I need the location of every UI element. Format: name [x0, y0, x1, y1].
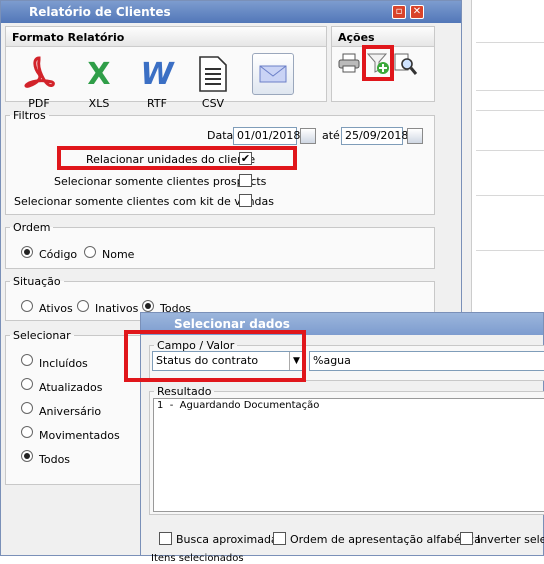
prospects-checkbox[interactable] — [239, 173, 252, 187]
busca-label: Busca aproximada — [176, 533, 278, 546]
kit-checkbox[interactable] — [239, 193, 252, 207]
ordem-legend: Ordem — [13, 221, 51, 234]
sel-atualizados-radio[interactable] — [21, 377, 33, 390]
highlight-relacionar — [57, 146, 297, 170]
valor-input[interactable]: %agua — [309, 351, 544, 371]
bottom-partial-text: Itens selecionados — [151, 553, 244, 564]
resultado-legend: Resultado — [157, 385, 212, 398]
kit-label: Selecionar somente clientes com kit de v… — [14, 195, 275, 208]
format-xls-button[interactable]: X XLS — [72, 53, 126, 111]
ordem-nome-label: Nome — [102, 248, 135, 261]
situacao-inativos-radio[interactable] — [77, 299, 89, 312]
background-window — [462, 0, 544, 330]
sel-movimentados-label: Movimentados — [39, 429, 120, 442]
ordem-alfabetica-label: Ordem de apresentação alfabética — [290, 533, 481, 546]
csv-document-icon — [192, 53, 234, 95]
window-title: Relatório de Clientes — [29, 5, 171, 19]
highlight-campo-valor — [124, 330, 306, 382]
format-email-button[interactable] — [246, 53, 300, 97]
resultado-list[interactable]: 1 - Aguardando Documentação — [153, 398, 544, 512]
close-button[interactable]: ✕ — [410, 5, 424, 19]
situacao-inativos-label: Inativos — [95, 302, 139, 315]
background-line — [476, 42, 544, 43]
background-line — [476, 250, 544, 251]
inverter-checkbox[interactable] — [460, 531, 473, 545]
ordem-codigo-label: Código — [39, 248, 78, 261]
situacao-todos-radio[interactable] — [142, 299, 154, 312]
format-csv-button[interactable]: CSV — [186, 53, 240, 110]
calendar-from-icon[interactable] — [300, 128, 316, 144]
background-line — [476, 195, 544, 196]
sel-todos-label: Todos — [39, 453, 71, 466]
background-scrollbar — [462, 0, 472, 330]
calendar-to-icon[interactable] — [407, 128, 423, 144]
filtros-legend: Filtros — [13, 109, 46, 122]
ordem-nome-radio[interactable] — [84, 245, 96, 258]
format-pdf-button[interactable]: PDF — [12, 53, 66, 110]
prospects-label: Selecionar somente clientes prospects — [54, 175, 267, 188]
date-to-input[interactable]: 25/09/2018 — [341, 127, 408, 145]
ordem-alfabetica-checkbox[interactable] — [273, 531, 286, 545]
sel-atualizados-label: Atualizados — [39, 381, 103, 394]
date-from-input[interactable]: 01/01/2018 — [233, 127, 300, 145]
ordem-codigo-radio[interactable] — [21, 245, 33, 258]
busca-checkbox[interactable] — [159, 531, 172, 545]
sel-movimentados-radio[interactable] — [21, 425, 33, 438]
acoes-header: Ações — [332, 27, 434, 47]
sel-aniversario-radio[interactable] — [21, 401, 33, 414]
maximize-button[interactable]: ▫ — [392, 5, 406, 19]
highlight-filter-add — [362, 45, 394, 81]
background-line — [476, 110, 544, 111]
sel-incluidos-label: Incluídos — [39, 357, 88, 370]
sel-aniversario-label: Aniversário — [39, 405, 102, 418]
situacao-ativos-label: Ativos — [39, 302, 73, 315]
search-preview-icon[interactable] — [394, 52, 418, 76]
email-envelope-icon — [252, 53, 294, 95]
selecionar-legend: Selecionar — [13, 329, 71, 342]
inverter-label: Inverter seleção — [477, 533, 544, 546]
pdf-icon — [18, 53, 60, 95]
list-item[interactable]: 1 - Aguardando Documentação — [154, 399, 544, 412]
printer-icon[interactable] — [338, 53, 360, 73]
dialog-title: Selecionar dados — [174, 317, 290, 331]
situacao-legend: Situação — [13, 275, 61, 288]
word-icon: W — [140, 56, 174, 92]
window-title-bar[interactable]: Relatório de Clientes ▫ ✕ — [1, 1, 461, 23]
sel-incluidos-radio[interactable] — [21, 353, 33, 366]
formato-panel: Formato Relatório PDF X XLS W RTF CSV — [5, 26, 327, 110]
excel-icon: X — [87, 56, 111, 92]
formato-header: Formato Relatório — [6, 27, 326, 47]
situacao-ativos-radio[interactable] — [21, 299, 33, 312]
background-line — [476, 90, 544, 91]
format-rtf-button[interactable]: W RTF — [130, 53, 184, 111]
ordem-group: Ordem — [5, 221, 435, 269]
background-line — [476, 150, 544, 151]
sel-todos-radio[interactable] — [21, 449, 33, 462]
